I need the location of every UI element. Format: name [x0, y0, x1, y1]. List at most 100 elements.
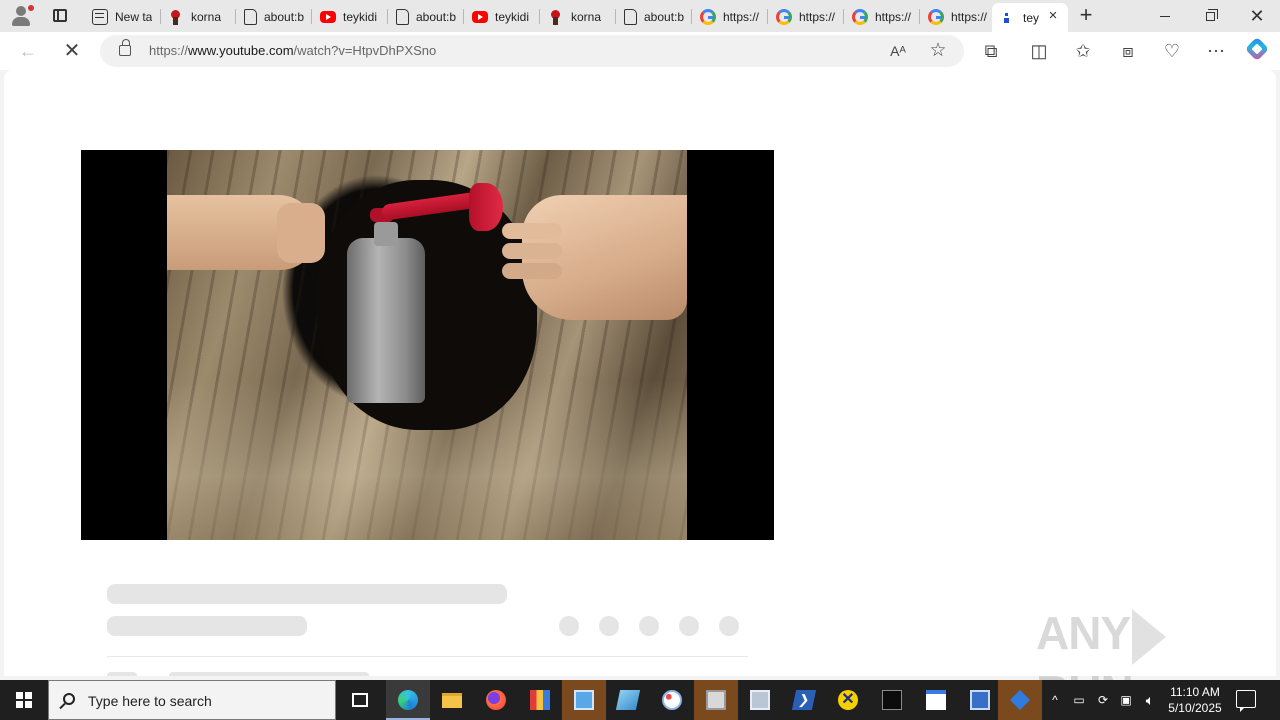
avatar-skeleton [107, 672, 137, 676]
taskbar-search-box[interactable]: Type here to search [48, 680, 336, 720]
new-tab-button[interactable]: + [1073, 3, 1099, 29]
close-tab-icon[interactable]: × [1046, 8, 1060, 23]
taskbar-cmd[interactable] [870, 680, 914, 720]
volume-icon: 🔈︎ [1145, 692, 1155, 708]
minimize-button[interactable] [1142, 0, 1188, 32]
tab[interactable]: https:// [768, 3, 842, 30]
task-view-button[interactable] [338, 680, 382, 720]
lock-icon[interactable] [119, 39, 131, 56]
url-path: /watch?v=HtpvDhPXSno [293, 43, 437, 58]
notepad-icon [615, 690, 641, 710]
show-hidden-icons[interactable]: ^ [1046, 680, 1064, 720]
network-tool-icon [1010, 690, 1030, 710]
tab[interactable]: korna [540, 3, 614, 30]
split-screen-button[interactable]: ◫ [1024, 36, 1054, 66]
video-player[interactable] [81, 150, 774, 540]
notification-center-icon[interactable] [1236, 690, 1256, 712]
stop-loading-button[interactable]: ✕ [57, 36, 87, 66]
tray-network[interactable]: ▣ [1116, 680, 1136, 720]
taskbar-notepad[interactable] [606, 680, 650, 720]
action-skeleton [679, 616, 699, 636]
taskbar-powershell[interactable]: ❯ [782, 680, 826, 720]
tab[interactable]: teykidi [464, 3, 538, 30]
start-button[interactable] [0, 680, 48, 720]
korn-icon [548, 9, 564, 25]
favorites-button[interactable]: ✩ [1068, 36, 1098, 66]
korn-icon [168, 9, 184, 25]
taskbar-paint[interactable] [650, 680, 694, 720]
drive-icon: ▭ [1073, 693, 1085, 707]
tab[interactable]: https:// [692, 3, 766, 30]
archive-icon [706, 690, 726, 710]
air-horn-neck [374, 222, 398, 246]
tab[interactable]: korna [160, 3, 234, 30]
tab[interactable]: about:b [236, 3, 310, 30]
tab-active[interactable]: tey × [992, 3, 1068, 32]
search-icon [63, 693, 75, 705]
favorite-star-icon[interactable]: ☆ [926, 39, 950, 63]
taskbar-app[interactable] [518, 680, 562, 720]
tray-drive[interactable]: ▭ [1070, 680, 1088, 720]
settings-more-button[interactable]: ⋯ [1201, 36, 1231, 66]
back-button[interactable]: ← [13, 36, 43, 66]
tab[interactable]: https:// [920, 3, 992, 30]
tab-actions-icon[interactable] [46, 4, 74, 28]
tab[interactable]: New ta [84, 3, 158, 30]
read-aloud-icon[interactable]: Aᴬ [886, 39, 910, 63]
browser-essentials-button[interactable]: ♡ [1157, 36, 1187, 66]
page-viewport [4, 70, 1276, 676]
windows-logo-icon [16, 692, 32, 708]
tool-icon: ✕ [838, 690, 858, 710]
tab[interactable]: teykidi [312, 3, 386, 30]
google-icon [852, 8, 868, 25]
profile-avatar-icon[interactable] [8, 3, 36, 29]
taskbar-network-tool[interactable] [998, 680, 1042, 720]
split-screen-icon: ◫ [1030, 41, 1048, 61]
tab[interactable]: about:b [388, 3, 462, 30]
update-icon: ⟳ [1097, 693, 1109, 707]
clock-date: 5/10/2025 [1168, 701, 1222, 715]
network-icon: ▣ [1120, 693, 1132, 707]
page-icon [1000, 10, 1016, 26]
taskbar-firefox[interactable] [474, 680, 518, 720]
collections-icon: ⧈ [1122, 41, 1134, 61]
tab-title: about:b [416, 9, 457, 24]
google-icon [776, 8, 792, 25]
control-panel-icon [574, 690, 594, 710]
address-bar[interactable]: https://www.youtube.com/watch?v=HtpvDhPX… [100, 35, 964, 67]
taskbar-tool[interactable]: ✕ [826, 680, 870, 720]
taskbar-archive[interactable] [694, 680, 738, 720]
close-icon: ✕ [1249, 6, 1265, 26]
taskbar-monitor[interactable] [958, 680, 1002, 720]
action-skeleton [639, 616, 659, 636]
tab-title: https:// [875, 9, 912, 24]
tab-title: https:// [723, 9, 760, 24]
taskbar-window[interactable] [914, 680, 958, 720]
copilot-button[interactable] [1243, 35, 1273, 65]
taskbar: Type here to search ❯ ✕ ^ ▭ ⟳ ▣ 🔈︎ 11:10… [0, 680, 1280, 720]
folder-icon [442, 693, 462, 708]
close-window-button[interactable]: ✕ [1234, 0, 1280, 32]
tray-volume[interactable]: 🔈︎ [1140, 680, 1160, 720]
search-placeholder: Type here to search [88, 693, 212, 709]
tray-update[interactable]: ⟳ [1094, 680, 1112, 720]
tab[interactable]: about:b [616, 3, 690, 30]
taskbar-clock[interactable]: 11:10 AM 5/10/2025 [1160, 684, 1230, 716]
taskbar-control-panel[interactable] [562, 680, 606, 720]
action-skeleton [599, 616, 619, 636]
url-text[interactable]: https://www.youtube.com/watch?v=HtpvDhPX… [149, 43, 436, 58]
taskbar-remote[interactable] [738, 680, 782, 720]
extensions-button[interactable]: ⧉ [976, 36, 1006, 66]
tab[interactable]: https:// [844, 3, 918, 30]
video-frame [167, 150, 687, 540]
air-horn-can [347, 238, 425, 403]
tab-title: tey [1023, 10, 1040, 25]
right-hand [502, 195, 687, 320]
collections-button[interactable]: ⧈ [1113, 36, 1143, 66]
restore-button[interactable] [1188, 0, 1234, 32]
favorites-icon: ✩ [1075, 41, 1091, 61]
newtab-icon [92, 8, 108, 25]
taskbar-edge[interactable] [386, 680, 430, 720]
more-dots-icon: ⋯ [1207, 41, 1225, 61]
taskbar-file-explorer[interactable] [430, 680, 474, 720]
